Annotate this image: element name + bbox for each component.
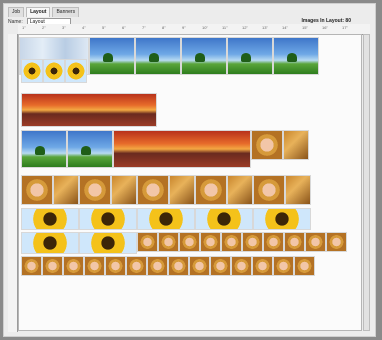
layout-window: Job Layout Banners Name: Layout Images I… bbox=[3, 3, 376, 337]
layout-row bbox=[21, 130, 309, 168]
portrait-photo[interactable] bbox=[195, 175, 227, 205]
portrait-photo[interactable] bbox=[210, 256, 231, 276]
portrait-photo[interactable] bbox=[63, 256, 84, 276]
ruler-tick-label: 11" bbox=[222, 25, 228, 30]
sunflower-photo[interactable] bbox=[21, 208, 79, 230]
portrait-photo[interactable] bbox=[227, 175, 253, 205]
portrait-photo[interactable] bbox=[53, 175, 79, 205]
sunflower-photo[interactable] bbox=[79, 232, 137, 254]
tab-bar: Job Layout Banners bbox=[8, 7, 80, 17]
ruler-tick-label: 14" bbox=[282, 25, 288, 30]
portrait-photo[interactable] bbox=[111, 175, 137, 205]
sunset-photo[interactable] bbox=[21, 93, 157, 127]
layout-row bbox=[21, 256, 315, 276]
sky-photo[interactable] bbox=[273, 37, 319, 75]
portrait-photo[interactable] bbox=[200, 232, 221, 252]
portrait-photo[interactable] bbox=[137, 232, 158, 252]
ruler-tick-label: 17" bbox=[342, 25, 348, 30]
portrait-photo[interactable] bbox=[221, 232, 242, 252]
ruler-tick-label: 9" bbox=[182, 25, 186, 30]
portrait-photo[interactable] bbox=[168, 256, 189, 276]
portrait-photo[interactable] bbox=[231, 256, 252, 276]
sky-photo[interactable] bbox=[181, 37, 227, 75]
layout-canvas[interactable] bbox=[18, 34, 362, 331]
sky-photo[interactable] bbox=[89, 37, 135, 75]
ruler-tick-label: 13" bbox=[262, 25, 268, 30]
ruler-tick-label: 7" bbox=[142, 25, 146, 30]
portrait-photo[interactable] bbox=[326, 232, 347, 252]
sunflower-photo[interactable] bbox=[195, 208, 253, 230]
sunflower-photo[interactable] bbox=[79, 208, 137, 230]
portrait-photo[interactable] bbox=[285, 175, 311, 205]
vertical-ruler bbox=[8, 34, 18, 332]
ruler-tick-label: 12" bbox=[242, 25, 248, 30]
ruler-tick-label: 5" bbox=[102, 25, 106, 30]
portrait-photo[interactable] bbox=[105, 256, 126, 276]
portrait-photo[interactable] bbox=[169, 175, 195, 205]
ruler-tick-label: 16" bbox=[322, 25, 328, 30]
sunflower-photo[interactable] bbox=[65, 59, 87, 83]
sunflower-photo[interactable] bbox=[253, 208, 311, 230]
portrait-photo[interactable] bbox=[242, 232, 263, 252]
portrait-photo[interactable] bbox=[147, 256, 168, 276]
sky-photo[interactable] bbox=[67, 130, 113, 168]
layout-row bbox=[21, 59, 87, 83]
portrait-photo[interactable] bbox=[294, 256, 315, 276]
portrait-photo[interactable] bbox=[253, 175, 285, 205]
ruler-tick-label: 1" bbox=[22, 25, 26, 30]
portrait-photo[interactable] bbox=[252, 256, 273, 276]
sunflower-photo[interactable] bbox=[21, 232, 79, 254]
sky-photo[interactable] bbox=[21, 130, 67, 168]
tab-job[interactable]: Job bbox=[8, 7, 25, 17]
portrait-photo[interactable] bbox=[158, 232, 179, 252]
portrait-photo[interactable] bbox=[79, 175, 111, 205]
portrait-photo[interactable] bbox=[84, 256, 105, 276]
sky-photo[interactable] bbox=[135, 37, 181, 75]
tab-layout[interactable]: Layout bbox=[26, 7, 51, 17]
portrait-photo[interactable] bbox=[179, 232, 200, 252]
layout-row bbox=[21, 232, 347, 254]
layout-row bbox=[21, 175, 311, 205]
portrait-photo[interactable] bbox=[21, 175, 53, 205]
ruler-tick-label: 10" bbox=[202, 25, 208, 30]
portrait-photo[interactable] bbox=[284, 232, 305, 252]
portrait-photo[interactable] bbox=[42, 256, 63, 276]
portrait-photo[interactable] bbox=[189, 256, 210, 276]
portrait-photo[interactable] bbox=[137, 175, 169, 205]
portrait-photo[interactable] bbox=[305, 232, 326, 252]
portrait-photo[interactable] bbox=[251, 130, 283, 160]
ruler-tick-label: 3" bbox=[62, 25, 66, 30]
sunflower-photo[interactable] bbox=[43, 59, 65, 83]
sunflower-photo[interactable] bbox=[137, 208, 195, 230]
sky-photo[interactable] bbox=[227, 37, 273, 75]
layout-row bbox=[21, 208, 311, 230]
portrait-photo[interactable] bbox=[273, 256, 294, 276]
vertical-scrollbar[interactable] bbox=[363, 34, 370, 331]
ruler-tick-label: 4" bbox=[82, 25, 86, 30]
ruler-tick-label: 2" bbox=[42, 25, 46, 30]
ruler-tick-label: 15" bbox=[302, 25, 308, 30]
ruler-tick-label: 6" bbox=[122, 25, 126, 30]
layout-row bbox=[21, 93, 157, 127]
portrait-photo[interactable] bbox=[126, 256, 147, 276]
sunset-photo[interactable] bbox=[113, 130, 251, 168]
ruler-tick-label: 8" bbox=[162, 25, 166, 30]
portrait-photo[interactable] bbox=[263, 232, 284, 252]
portrait-photo[interactable] bbox=[21, 256, 42, 276]
sunflower-photo[interactable] bbox=[21, 59, 43, 83]
portrait-photo[interactable] bbox=[283, 130, 309, 160]
tab-banners[interactable]: Banners bbox=[52, 7, 80, 17]
